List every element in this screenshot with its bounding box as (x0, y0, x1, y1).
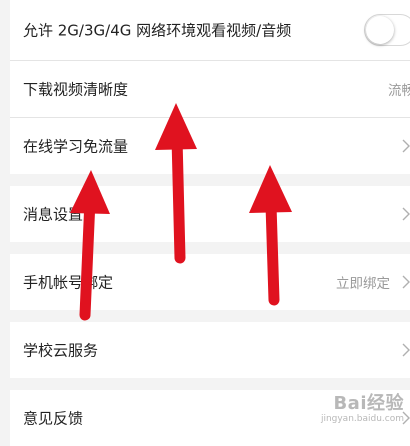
red-arrow-up-icon (155, 103, 197, 264)
red-arrow-up-icon (249, 165, 292, 306)
annotation-arrows (70, 103, 292, 321)
watermark-url: jingyan.baidu.com (320, 414, 404, 424)
red-arrow-up-icon (70, 170, 110, 321)
watermark-brand: Bai经验 (333, 393, 404, 414)
baidu-jingyan-watermark: Bai经验 jingyan.baidu.com (321, 389, 404, 424)
